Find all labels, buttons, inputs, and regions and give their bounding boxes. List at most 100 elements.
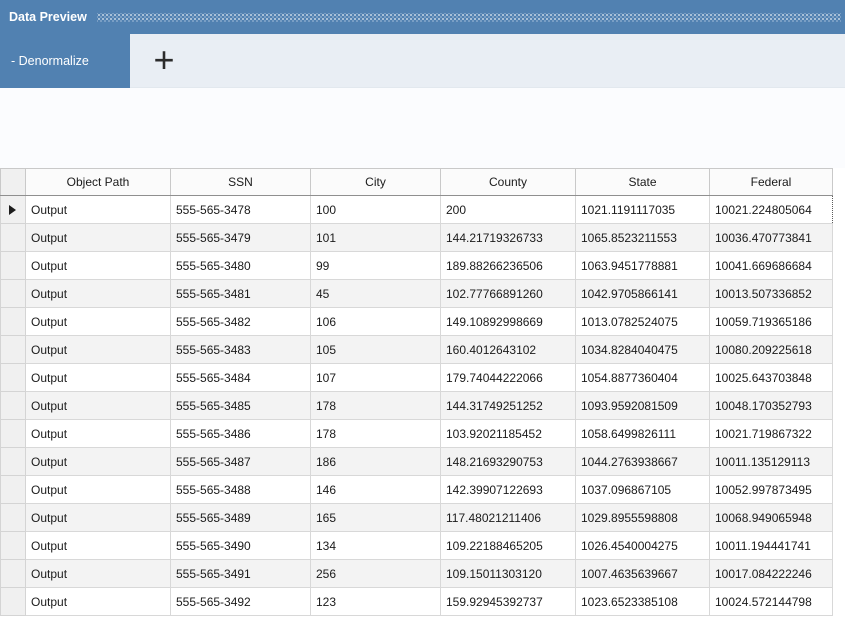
cell-federal[interactable]: 10021.224805064 [710,196,833,224]
cell-state[interactable]: 1093.9592081509 [576,392,710,420]
cell-federal[interactable]: 10068.949065948 [710,504,833,532]
cell-ssn[interactable]: 555-565-3486 [171,420,311,448]
cell-federal[interactable]: 10025.643703848 [710,364,833,392]
row-selector[interactable] [1,448,26,476]
cell-object-path[interactable]: Output [26,364,171,392]
cell-ssn[interactable]: 555-565-3478 [171,196,311,224]
cell-state[interactable]: 1013.0782524075 [576,308,710,336]
cell-federal[interactable]: 10024.572144798 [710,588,833,616]
cell-state[interactable]: 1044.2763938667 [576,448,710,476]
cell-object-path[interactable]: Output [26,504,171,532]
row-selector[interactable] [1,420,26,448]
cell-state[interactable]: 1054.8877360404 [576,364,710,392]
cell-federal[interactable]: 10017.084222246 [710,560,833,588]
cell-city[interactable]: 146 [311,476,441,504]
cell-ssn[interactable]: 555-565-3480 [171,252,311,280]
column-header-ssn[interactable]: SSN [171,169,311,196]
cell-city[interactable]: 101 [311,224,441,252]
cell-object-path[interactable]: Output [26,532,171,560]
cell-ssn[interactable]: 555-565-3483 [171,336,311,364]
column-header-county[interactable]: County [441,169,576,196]
cell-object-path[interactable]: Output [26,224,171,252]
cell-object-path[interactable]: Output [26,560,171,588]
cell-ssn[interactable]: 555-565-3490 [171,532,311,560]
row-selector[interactable] [1,392,26,420]
cell-county[interactable]: 148.21693290753 [441,448,576,476]
cell-object-path[interactable]: Output [26,392,171,420]
cell-ssn[interactable]: 555-565-3479 [171,224,311,252]
row-selector[interactable] [1,308,26,336]
cell-city[interactable]: 256 [311,560,441,588]
cell-city[interactable]: 100 [311,196,441,224]
cell-federal[interactable]: 10021.719867322 [710,420,833,448]
cell-county[interactable]: 200 [441,196,576,224]
cell-city[interactable]: 178 [311,420,441,448]
cell-ssn[interactable]: 555-565-3488 [171,476,311,504]
row-selector[interactable] [1,560,26,588]
cell-ssn[interactable]: 555-565-3481 [171,280,311,308]
cell-county[interactable]: 159.92945392737 [441,588,576,616]
cell-object-path[interactable]: Output [26,476,171,504]
cell-state[interactable]: 1037.096867105 [576,476,710,504]
cell-federal[interactable]: 10013.507336852 [710,280,833,308]
cell-federal[interactable]: 10041.669686684 [710,252,833,280]
cell-federal[interactable]: 10048.170352793 [710,392,833,420]
cell-county[interactable]: 109.15011303120 [441,560,576,588]
cell-object-path[interactable]: Output [26,252,171,280]
cell-city[interactable]: 165 [311,504,441,532]
cell-city[interactable]: 99 [311,252,441,280]
cell-city[interactable]: 178 [311,392,441,420]
cell-federal[interactable]: 10080.209225618 [710,336,833,364]
cell-ssn[interactable]: 555-565-3487 [171,448,311,476]
tab-denormalize[interactable]: - Denormalize [0,34,130,88]
row-selector[interactable] [1,532,26,560]
row-selector[interactable] [1,588,26,616]
cell-federal[interactable]: 10011.135129113 [710,448,833,476]
column-header-object-path[interactable]: Object Path [26,169,171,196]
row-selector[interactable] [1,336,26,364]
select-all-corner[interactable] [1,169,26,196]
row-selector[interactable] [1,252,26,280]
cell-ssn[interactable]: 555-565-3482 [171,308,311,336]
row-selector[interactable] [1,196,26,224]
row-selector[interactable] [1,364,26,392]
cell-object-path[interactable]: Output [26,448,171,476]
cell-city[interactable]: 107 [311,364,441,392]
cell-ssn[interactable]: 555-565-3484 [171,364,311,392]
cell-state[interactable]: 1026.4540004275 [576,532,710,560]
cell-federal[interactable]: 10059.719365186 [710,308,833,336]
cell-city[interactable]: 123 [311,588,441,616]
add-tab-button[interactable]: + [130,34,198,88]
cell-county[interactable]: 102.77766891260 [441,280,576,308]
cell-ssn[interactable]: 555-565-3485 [171,392,311,420]
cell-county[interactable]: 117.48021211406 [441,504,576,532]
cell-county[interactable]: 109.22188465205 [441,532,576,560]
cell-object-path[interactable]: Output [26,280,171,308]
cell-federal[interactable]: 10036.470773841 [710,224,833,252]
cell-state[interactable]: 1021.1191117035 [576,196,710,224]
row-selector[interactable] [1,280,26,308]
cell-county[interactable]: 142.39907122693 [441,476,576,504]
cell-state[interactable]: 1058.6499826111 [576,420,710,448]
cell-object-path[interactable]: Output [26,196,171,224]
cell-federal[interactable]: 10011.194441741 [710,532,833,560]
cell-state[interactable]: 1065.8523211553 [576,224,710,252]
cell-state[interactable]: 1034.8284040475 [576,336,710,364]
row-selector[interactable] [1,504,26,532]
cell-ssn[interactable]: 555-565-3491 [171,560,311,588]
cell-object-path[interactable]: Output [26,420,171,448]
cell-county[interactable]: 149.10892998669 [441,308,576,336]
cell-county[interactable]: 179.74044222066 [441,364,576,392]
column-header-city[interactable]: City [311,169,441,196]
cell-state[interactable]: 1029.8955598808 [576,504,710,532]
cell-city[interactable]: 105 [311,336,441,364]
row-selector[interactable] [1,476,26,504]
cell-city[interactable]: 134 [311,532,441,560]
cell-county[interactable]: 144.31749251252 [441,392,576,420]
cell-city[interactable]: 45 [311,280,441,308]
cell-county[interactable]: 189.88266236506 [441,252,576,280]
cell-county[interactable]: 144.21719326733 [441,224,576,252]
cell-county[interactable]: 103.92021185452 [441,420,576,448]
cell-object-path[interactable]: Output [26,336,171,364]
cell-city[interactable]: 186 [311,448,441,476]
